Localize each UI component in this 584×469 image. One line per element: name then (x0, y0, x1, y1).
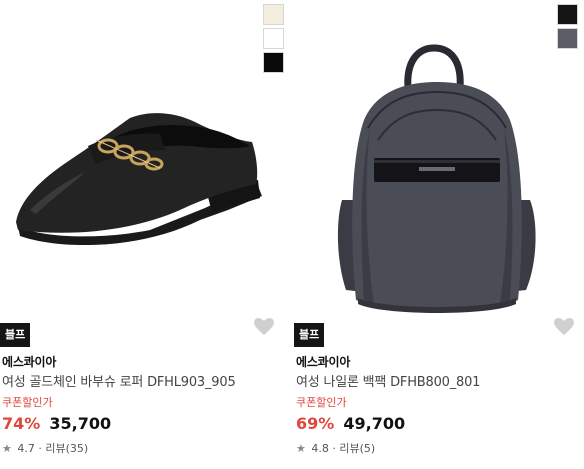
product-info: 에스콰이아 여성 나일론 백팩 DFHB800_801 쿠폰할인가 69% 49… (296, 352, 584, 459)
nylon-backpack-image (337, 44, 536, 313)
rating-value: 4.7 (17, 442, 35, 455)
product-card[interactable]: 블프 에스콰이아 여성 나일론 백팩 DFHB800_801 쿠폰할인가 69%… (294, 0, 584, 469)
sale-price: 49,700 (343, 414, 406, 433)
rating-separator: · (332, 442, 336, 455)
star-icon: ★ (296, 442, 306, 455)
color-swatches (263, 4, 284, 73)
rating-row: ★ 4.8 · 리뷰(5) (296, 439, 584, 459)
color-swatch[interactable] (557, 4, 578, 25)
sale-price: 35,700 (49, 414, 112, 433)
review-count: 리뷰(5) (339, 442, 376, 455)
product-image[interactable]: 블프 (0, 0, 290, 350)
promo-badge: 블프 (294, 323, 325, 347)
price-row: 74% 35,700 (2, 411, 290, 437)
color-swatch[interactable] (263, 52, 284, 73)
discount-rate: 74% (2, 414, 41, 433)
discount-rate: 69% (296, 414, 335, 433)
product-info: 에스콰이아 여성 골드체인 바부슈 로퍼 DFHL903_905 쿠폰할인가 7… (2, 352, 290, 459)
color-swatches (557, 4, 578, 49)
coupon-label: 쿠폰할인가 (2, 396, 53, 409)
product-name[interactable]: 여성 나일론 백팩 DFHB800_801 (296, 372, 584, 394)
rating-row: ★ 4.7 · 리뷰(35) (2, 439, 290, 459)
promo-badge: 블프 (0, 323, 31, 347)
rating-value: 4.8 (311, 442, 329, 455)
brand-name[interactable]: 에스콰이아 (296, 352, 584, 372)
color-swatch[interactable] (557, 28, 578, 49)
price-row: 69% 49,700 (296, 411, 584, 437)
color-swatch[interactable] (263, 4, 284, 25)
star-icon: ★ (2, 442, 12, 455)
heart-icon[interactable] (552, 314, 576, 338)
rating-separator: · (38, 442, 42, 455)
brand-name[interactable]: 에스콰이아 (2, 352, 290, 372)
color-swatch[interactable] (263, 28, 284, 49)
review-count: 리뷰(35) (45, 442, 89, 455)
coupon-label: 쿠폰할인가 (296, 396, 347, 409)
product-card[interactable]: 블프 에스콰이아 여성 골드체인 바부슈 로퍼 DFHL903_905 쿠폰할인… (0, 0, 290, 469)
black-loafer-image (16, 113, 262, 246)
heart-icon[interactable] (252, 314, 276, 338)
product-name[interactable]: 여성 골드체인 바부슈 로퍼 DFHL903_905 (2, 372, 290, 394)
product-image[interactable]: 블프 (294, 0, 584, 350)
